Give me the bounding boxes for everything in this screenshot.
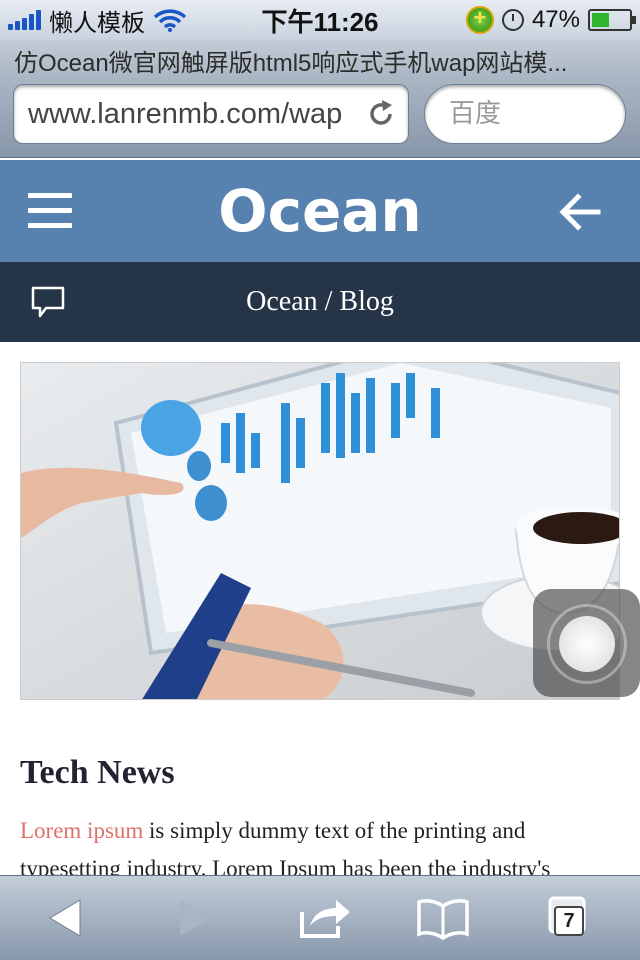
wifi-icon <box>153 9 187 32</box>
signal-strength-icon <box>8 10 41 30</box>
arrow-left-icon[interactable] <box>554 186 606 238</box>
article-title[interactable]: Tech News <box>20 754 175 792</box>
open-book-icon[interactable] <box>416 894 470 942</box>
browser-toolbar: 7 <box>0 875 640 960</box>
share-icon[interactable] <box>298 894 352 942</box>
article-excerpt: Lorem ipsum is simply dummy text of the … <box>20 812 620 875</box>
url-text[interactable]: www.lanrenmb.com/wap <box>28 98 358 131</box>
site-logo[interactable]: Ocean <box>0 176 640 246</box>
article-lead-link[interactable]: Lorem ipsum <box>20 818 143 843</box>
assistive-touch-button[interactable] <box>533 589 640 697</box>
breadcrumb: Ocean / Blog <box>246 286 394 317</box>
browser-url-row: www.lanrenmb.com/wap <box>0 80 640 158</box>
tab-count-badge: 7 <box>554 906 584 936</box>
search-input[interactable] <box>424 84 626 144</box>
reload-icon[interactable] <box>366 99 396 129</box>
battery-percent: 47% <box>531 6 580 33</box>
battery-icon <box>588 9 636 31</box>
tabs-icon[interactable]: 7 <box>546 894 600 942</box>
browser-page-title: 仿Ocean微官网触屏版html5响应式手机wap网站模... <box>0 40 640 80</box>
security-app-icon <box>465 5 494 34</box>
status-bar: 懒人模板 下午11:26 47% <box>0 0 640 40</box>
sub-header: Ocean / Blog <box>0 262 640 342</box>
triangle-left-icon[interactable] <box>44 894 98 942</box>
alarm-clock-icon <box>501 9 524 31</box>
carrier-name: 懒人模板 <box>49 9 145 37</box>
page-title-text: 仿Ocean微官网触屏版html5响应式手机wap网站模... <box>14 49 568 77</box>
hero-image <box>20 362 620 700</box>
url-field[interactable]: www.lanrenmb.com/wap <box>13 84 409 144</box>
site-header: Ocean <box>0 160 640 262</box>
triangle-right-icon[interactable] <box>170 894 224 942</box>
